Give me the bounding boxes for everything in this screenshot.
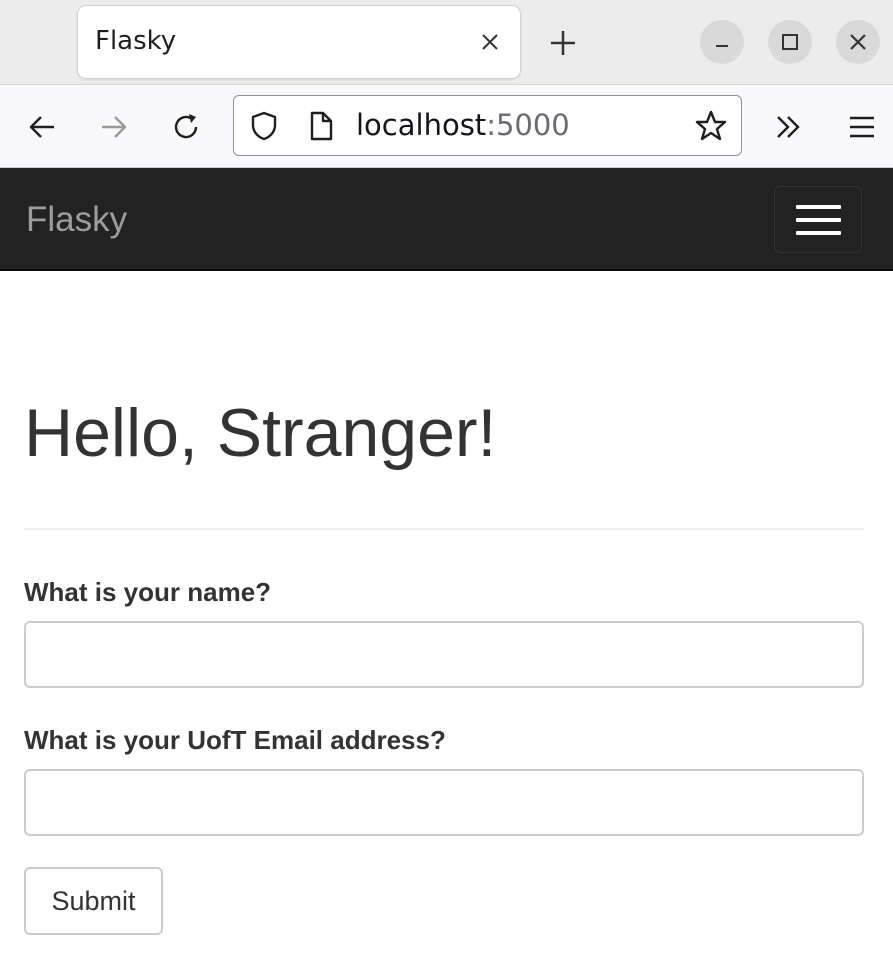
browser-toolbar: localhost:5000 — [0, 85, 893, 168]
navbar-brand[interactable]: Flasky — [26, 200, 127, 240]
new-tab-icon[interactable] — [548, 28, 578, 58]
header-divider — [24, 528, 864, 530]
page-title: Hello, Stranger! — [24, 395, 497, 471]
menu-icon[interactable] — [846, 111, 878, 143]
navbar-toggle-button[interactable] — [774, 186, 862, 253]
maximize-icon — [782, 34, 798, 50]
email-input[interactable] — [24, 769, 864, 836]
minimize-icon — [716, 45, 728, 47]
hamburger-icon-bar — [796, 218, 841, 222]
browser-tab[interactable]: Flasky — [78, 6, 520, 78]
minimize-button[interactable] — [700, 20, 744, 64]
name-label: What is your name? — [24, 577, 272, 607]
page-icon[interactable] — [306, 110, 336, 142]
back-icon[interactable] — [26, 111, 58, 143]
close-tab-icon[interactable] — [478, 30, 502, 54]
close-window-button[interactable] — [836, 20, 880, 64]
email-label: What is your UofT Email address? — [24, 725, 446, 755]
overflow-icon[interactable] — [773, 111, 805, 143]
browser-tab-strip: Flasky — [0, 0, 893, 85]
reload-icon[interactable] — [170, 111, 202, 143]
submit-button[interactable]: Submit — [24, 867, 163, 935]
app-navbar: Flasky — [0, 168, 893, 271]
name-input[interactable] — [24, 621, 864, 688]
close-icon — [850, 34, 866, 50]
shield-icon[interactable] — [248, 110, 280, 142]
tab-title: Flasky — [95, 26, 177, 56]
url-host: localhost — [356, 108, 487, 142]
url-bar[interactable]: localhost:5000 — [233, 95, 742, 156]
url-port: :5000 — [486, 108, 570, 142]
forward-icon[interactable] — [98, 111, 130, 143]
maximize-button[interactable] — [768, 20, 812, 64]
star-icon[interactable] — [694, 109, 728, 143]
hamburger-icon-bar — [796, 231, 841, 235]
hamburger-icon — [796, 205, 841, 209]
url-text[interactable]: localhost:5000 — [356, 108, 570, 142]
